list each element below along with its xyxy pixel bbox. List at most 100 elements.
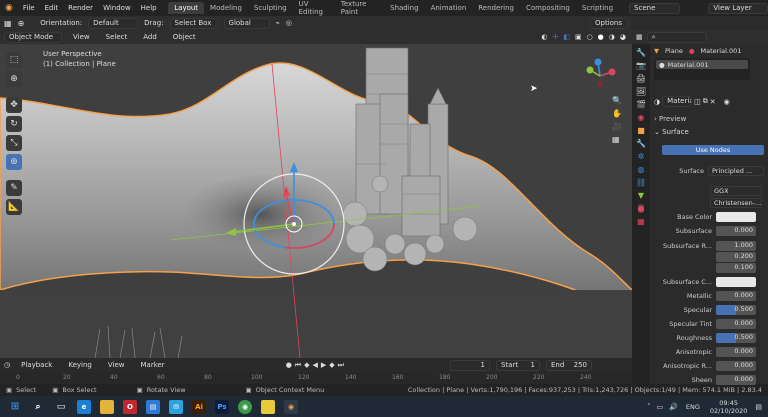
ortho-grid-icon[interactable]: ▦ [612, 135, 622, 144]
material-browse-icon[interactable]: ◑ [654, 98, 660, 106]
proportional-edit-icon[interactable]: ◎ [286, 19, 292, 27]
shading-solid-icon[interactable]: ● [598, 33, 604, 41]
scene-selector[interactable]: Scene [629, 2, 681, 14]
current-frame-field[interactable]: 1 [449, 359, 490, 371]
volume-icon[interactable]: 🔊 [669, 403, 678, 411]
distribution-dropdown[interactable]: GGX [710, 185, 762, 196]
tab-modeling[interactable]: Modeling [204, 2, 248, 14]
chrome-icon[interactable]: ◉ [238, 399, 252, 414]
tab-scripting[interactable]: Scripting [576, 2, 619, 14]
search-icon[interactable]: ⌕ [31, 400, 45, 414]
snap-icon[interactable]: ⌁ [276, 19, 280, 27]
play-icon[interactable]: ▶ [321, 361, 326, 370]
world-tab-icon[interactable]: ◉ [638, 113, 645, 122]
mode-dropdown[interactable]: Object Mode [4, 31, 62, 43]
menu-file[interactable]: File [18, 4, 40, 12]
tray-chevron-icon[interactable]: ˄ [647, 403, 651, 411]
tab-compositing[interactable]: Compositing [520, 2, 576, 14]
modifier-tab-icon[interactable]: 🔧 [636, 139, 646, 148]
task-view-icon[interactable]: ▭ [54, 400, 68, 414]
playback-menu[interactable]: Playback [16, 361, 57, 369]
cursor-tool-icon[interactable]: ⊕ [6, 71, 22, 87]
tab-sculpting[interactable]: Sculpting [248, 2, 293, 14]
end-frame-field[interactable]: End 250 [545, 359, 592, 371]
duplicate-icon[interactable]: ⧉ [703, 97, 708, 106]
material-slot-list[interactable]: ● Material.001 [654, 58, 750, 80]
shading-wireframe-icon[interactable]: ○ [587, 33, 593, 41]
property-value-field[interactable]: 0.000 [716, 374, 756, 385]
move-tool-icon[interactable]: ✥ [6, 97, 22, 113]
tab-layout[interactable]: Layout [168, 2, 205, 14]
material-slot-row[interactable]: ● Material.001 [656, 60, 748, 69]
jump-end-icon[interactable]: ⏭ [338, 361, 344, 370]
subsurface-method-dropdown[interactable]: Christensen-... [710, 197, 762, 208]
shading-rendered-icon[interactable]: ◕ [620, 33, 626, 41]
timeline-ruler[interactable]: 0 20 40 60 80 100 120 140 160 180 200 220 240 [0, 372, 632, 384]
network-icon[interactable]: ▭ [657, 403, 664, 411]
tab-rendering[interactable]: Rendering [472, 2, 520, 14]
marker-menu[interactable]: Marker [135, 361, 169, 369]
tab-animation[interactable]: Animation [425, 2, 473, 14]
render-tab-icon[interactable]: 📷 [636, 61, 646, 70]
property-value-field[interactable]: 0.000 [716, 346, 756, 357]
transform-orientation-dropdown[interactable]: Global [223, 17, 270, 29]
view-layer-selector[interactable]: View Layer [708, 2, 768, 14]
tab-shading[interactable]: Shading [384, 2, 424, 14]
material-name-field[interactable]: Material [662, 96, 693, 107]
property-value-field[interactable] [716, 211, 756, 222]
view-layer-tab-icon[interactable]: 🖼 [636, 87, 646, 96]
illustrator-icon[interactable]: Ai [192, 399, 206, 414]
unlink-icon[interactable]: ✕ [710, 98, 716, 106]
photoshop-icon[interactable]: Ps [215, 399, 229, 414]
viewport-menu-object[interactable]: Object [168, 33, 201, 41]
menu-edit[interactable]: Edit [40, 4, 64, 12]
annotate-tool-icon[interactable]: ✎ [6, 180, 22, 196]
particles-tab-icon[interactable]: ✲ [638, 152, 645, 161]
properties-search[interactable]: ⌕ [646, 31, 707, 43]
surface-shader-field[interactable]: Principled ... [708, 165, 764, 176]
next-key-icon[interactable]: ◆ [329, 361, 334, 370]
store-icon[interactable]: ▤ [146, 399, 160, 414]
notifications-icon[interactable]: ▤ [755, 403, 762, 411]
rotate-tool-icon[interactable]: ↻ [6, 116, 22, 132]
3d-viewport[interactable]: User Perspective (1) Collection | Plane … [0, 44, 632, 358]
menu-window[interactable]: Window [98, 4, 136, 12]
fake-user-icon[interactable]: ◫ [694, 98, 701, 106]
browse-material-icon[interactable]: ◉ [724, 98, 730, 106]
blender-taskbar-icon[interactable]: ◉ [284, 399, 298, 414]
property-value-field[interactable]: 0.000 [716, 225, 756, 236]
pan-hand-icon[interactable]: ✋ [612, 109, 622, 118]
menu-help[interactable]: Help [136, 4, 162, 12]
zoom-icon[interactable]: 🔍 [612, 96, 622, 105]
constraints-tab-icon[interactable]: ⛓ [636, 178, 646, 187]
property-value-field[interactable]: 0.100 [716, 262, 756, 273]
output-tab-icon[interactable]: 🖨 [636, 74, 646, 83]
timeline-editor-icon[interactable]: ◷ [4, 361, 10, 369]
windows-start-icon[interactable]: ⊞ [8, 400, 22, 414]
start-frame-field[interactable]: Start 1 [495, 359, 540, 371]
menu-render[interactable]: Render [63, 4, 98, 12]
orientation-dropdown[interactable]: Default [88, 17, 139, 29]
property-value-field[interactable]: 0.500 [716, 332, 756, 343]
visibility-icon[interactable]: ◐ [541, 33, 547, 41]
scene-tab-icon[interactable]: 🎬 [636, 100, 646, 109]
tool-tab-icon[interactable]: 🔧 [636, 48, 646, 57]
edge-icon[interactable]: e [77, 399, 91, 414]
jump-start-icon[interactable]: ⏮ [295, 361, 301, 370]
mail-icon[interactable]: ✉ [169, 399, 183, 414]
gizmo-toggle-icon[interactable]: ✢ [552, 33, 558, 41]
viewport-menu-view[interactable]: View [68, 33, 95, 41]
file-explorer-icon[interactable] [100, 399, 114, 414]
scale-tool-icon[interactable]: ⤡ [6, 135, 22, 151]
property-value-field[interactable]: 1.000 [716, 240, 756, 251]
texture-tab-icon[interactable]: ▦ [637, 217, 645, 226]
blender-logo-icon[interactable]: ◉ [0, 3, 18, 13]
preview-panel-header[interactable]: › Preview [654, 115, 686, 123]
material-tab-icon[interactable]: ● [637, 204, 645, 213]
transform-tool-icon[interactable]: ⊛ [6, 154, 22, 170]
prev-key-icon[interactable]: ◆ [304, 361, 309, 370]
opera-icon[interactable]: O [123, 399, 137, 414]
record-icon[interactable]: ● [286, 361, 292, 370]
surface-panel-header[interactable]: ⌄ Surface [654, 128, 689, 136]
select-box-tool-icon[interactable]: ⬚ [6, 52, 22, 68]
